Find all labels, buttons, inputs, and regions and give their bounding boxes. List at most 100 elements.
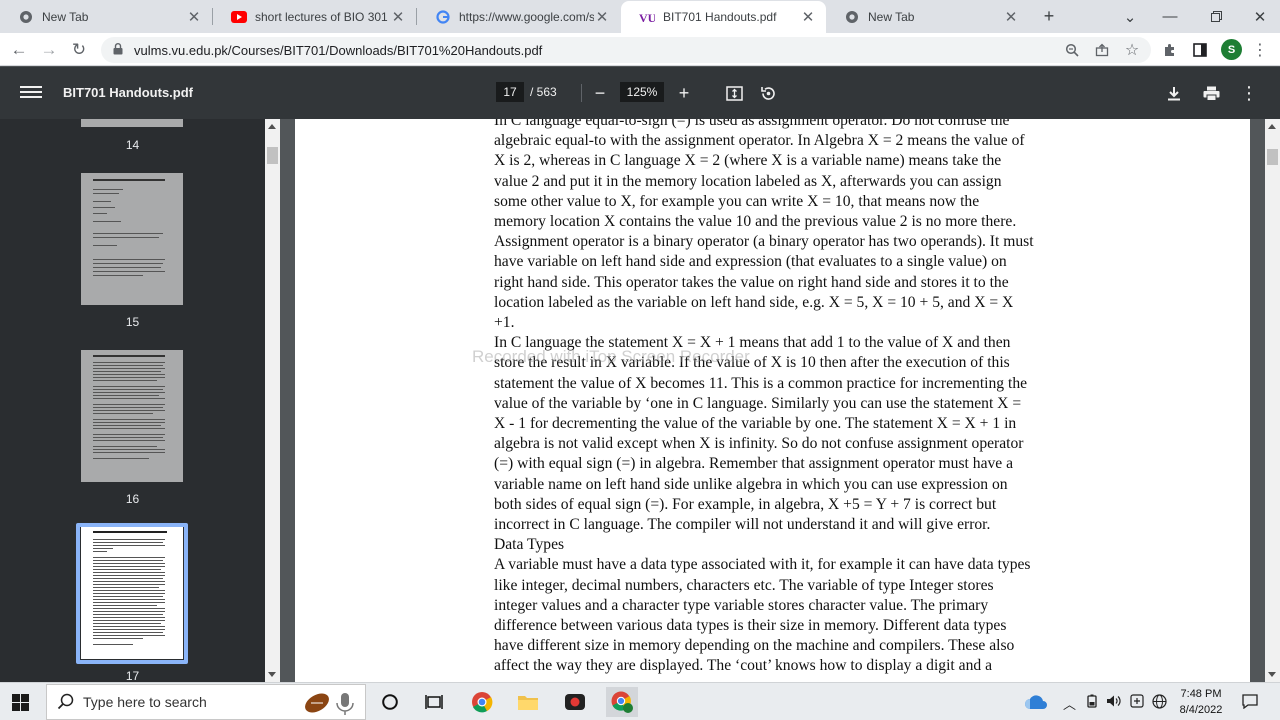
- search-icon: [57, 693, 75, 714]
- profile-avatar[interactable]: S: [1221, 39, 1242, 60]
- print-icon[interactable]: [1200, 82, 1222, 104]
- fit-page-icon[interactable]: [723, 82, 745, 104]
- vu-icon: VU: [639, 9, 655, 25]
- show-hidden-icons-icon[interactable]: ︿: [1063, 694, 1076, 713]
- page-thumbnail-17[interactable]: [81, 527, 183, 659]
- text-line: right hand side. This operator takes the…: [494, 273, 1009, 291]
- tab-title: New Tab: [42, 9, 89, 24]
- tab-new-tab-1[interactable]: New Tab ✕: [0, 0, 212, 33]
- share-icon[interactable]: [1090, 37, 1114, 63]
- scroll-up-arrow-icon[interactable]: [1268, 124, 1276, 129]
- hamburger-menu-icon[interactable]: [20, 83, 42, 103]
- scrollbar-thumb[interactable]: [1267, 149, 1278, 165]
- text-line: location labeled as the variable on left…: [494, 293, 1014, 311]
- page-total: / 563: [530, 85, 557, 99]
- download-icon[interactable]: [1163, 82, 1185, 104]
- cortana-icon[interactable]: [378, 690, 402, 714]
- more-options-icon[interactable]: ⋮: [1238, 82, 1260, 104]
- scroll-down-arrow-icon[interactable]: [1268, 672, 1276, 677]
- restore-icon[interactable]: [1196, 0, 1236, 33]
- close-icon[interactable]: ✕: [594, 8, 610, 26]
- thumbnail-label: 17: [125, 669, 140, 682]
- scrollbar-thumb[interactable]: [267, 147, 278, 164]
- rotate-icon[interactable]: [757, 82, 779, 104]
- toolbar-divider: [581, 84, 582, 102]
- tab-google-search[interactable]: https://www.google.com/sea ✕: [417, 0, 620, 33]
- page-number-input[interactable]: 17: [496, 82, 524, 102]
- new-tab-button[interactable]: +: [1029, 0, 1069, 33]
- text-line: affect the way they are displayed. The ‘…: [494, 657, 992, 675]
- pdf-title: BIT701 Handouts.pdf: [63, 85, 194, 100]
- windows-start-icon[interactable]: [12, 694, 29, 711]
- page-thumbnail-15[interactable]: [81, 173, 183, 305]
- windows-taskbar: Type here to search ︿ 7:48 PM 8/4/2022: [0, 682, 1280, 720]
- text-line: memory location X contains the value 10 …: [494, 213, 1017, 231]
- close-icon[interactable]: ✕: [800, 8, 816, 26]
- system-clock[interactable]: 7:48 PM 8/4/2022: [1170, 686, 1232, 718]
- text-line: In C language equal-to-sign (=) is used …: [494, 119, 1010, 129]
- chrome-icon: [18, 9, 34, 25]
- side-panel-icon[interactable]: [1188, 37, 1212, 63]
- url-text: vulms.vu.edu.pk/Courses/BIT701/Downloads…: [134, 42, 543, 58]
- tab-bit701-handouts[interactable]: VU BIT701 Handouts.pdf ✕: [621, 1, 826, 33]
- zoom-in-icon[interactable]: +: [673, 82, 695, 104]
- text-line: both sides of equal sign (=). For exampl…: [494, 495, 997, 513]
- text-line: (=) with equal sign (=) in algebra. Reme…: [494, 455, 1014, 473]
- forward-arrow-icon[interactable]: →: [36, 37, 62, 63]
- back-arrow-icon[interactable]: ←: [6, 37, 32, 63]
- thumbnail-label: 15: [125, 315, 140, 329]
- pdf-page-area: In C language equal-to-sign (=) is used …: [280, 119, 1265, 682]
- language-globe-icon[interactable]: [1152, 694, 1167, 712]
- tab-title: New Tab: [868, 9, 915, 24]
- taskbar-search-input[interactable]: Type here to search: [46, 684, 366, 720]
- chrome-profile-taskbar-icon[interactable]: [606, 687, 638, 717]
- sidebar-scrollbar[interactable]: [265, 119, 280, 682]
- input-indicator-icon[interactable]: [1130, 694, 1144, 711]
- bookmark-star-icon[interactable]: ☆: [1120, 37, 1144, 63]
- task-view-icon[interactable]: [422, 690, 446, 714]
- reload-icon[interactable]: ↻: [66, 37, 92, 63]
- address-bar[interactable]: vulms.vu.edu.pk/Courses/BIT701/Downloads…: [101, 37, 1151, 63]
- close-icon[interactable]: ✕: [390, 8, 406, 26]
- notifications-icon[interactable]: [1242, 694, 1258, 712]
- close-icon[interactable]: ✕: [1003, 8, 1019, 26]
- battery-icon[interactable]: [1085, 694, 1099, 711]
- text-line: value 2 and put it in the memory locatio…: [494, 172, 1002, 190]
- pdf-toolbar: BIT701 Handouts.pdf 17 / 563 − 125% + ⋮: [0, 67, 1280, 119]
- page-thumbnail-16[interactable]: [81, 350, 183, 482]
- chrome-taskbar-icon[interactable]: [470, 690, 494, 714]
- lock-icon: [113, 42, 125, 58]
- svg-text:VU: VU: [639, 11, 655, 24]
- text-line: Assignment operator is a binary operator…: [494, 233, 1034, 251]
- extensions-icon[interactable]: [1157, 37, 1181, 63]
- page-thumbnail-14[interactable]: [81, 119, 183, 127]
- window-close-icon[interactable]: ✕: [1240, 0, 1280, 33]
- chrome-icon: [844, 9, 860, 25]
- volume-icon[interactable]: [1106, 694, 1122, 711]
- scroll-up-arrow-icon[interactable]: [268, 124, 276, 129]
- text-line: have different size in memory depending …: [494, 637, 1015, 655]
- zoom-icon[interactable]: [1060, 37, 1084, 63]
- chrome-menu-icon[interactable]: ⋮: [1248, 37, 1272, 63]
- pdf-page: In C language equal-to-sign (=) is used …: [295, 119, 1250, 682]
- zoom-out-icon[interactable]: −: [589, 82, 611, 104]
- search-highlight-icon: [299, 689, 359, 720]
- zoom-level-input[interactable]: 125%: [620, 82, 664, 102]
- main-scrollbar[interactable]: [1265, 119, 1280, 682]
- text-line: statement the value of X becomes 11. Thi…: [494, 374, 1028, 392]
- text-line: algebraic equal-to with the assignment o…: [494, 132, 1025, 150]
- tab-new-tab-2[interactable]: New Tab ✕: [826, 0, 1029, 33]
- tab-title: short lectures of BIO 301 lect: [255, 9, 390, 24]
- text-line: +1.: [494, 314, 515, 332]
- tab-search-icon[interactable]: ⌄: [1110, 0, 1150, 33]
- minimize-icon[interactable]: —: [1150, 0, 1190, 33]
- tab-youtube[interactable]: short lectures of BIO 301 lect ✕: [213, 0, 416, 33]
- file-explorer-icon[interactable]: [516, 690, 540, 714]
- text-line: value of the variable by ‘one in C langu…: [494, 394, 1022, 412]
- text-line: like integer, decimal numbers, character…: [494, 576, 994, 594]
- close-icon[interactable]: ✕: [186, 8, 202, 26]
- weather-cloud-icon[interactable]: [1024, 690, 1048, 714]
- scroll-down-arrow-icon[interactable]: [268, 672, 276, 677]
- tab-strip: New Tab ✕ short lectures of BIO 301 lect…: [0, 0, 1280, 33]
- screen-recorder-icon[interactable]: [563, 690, 587, 714]
